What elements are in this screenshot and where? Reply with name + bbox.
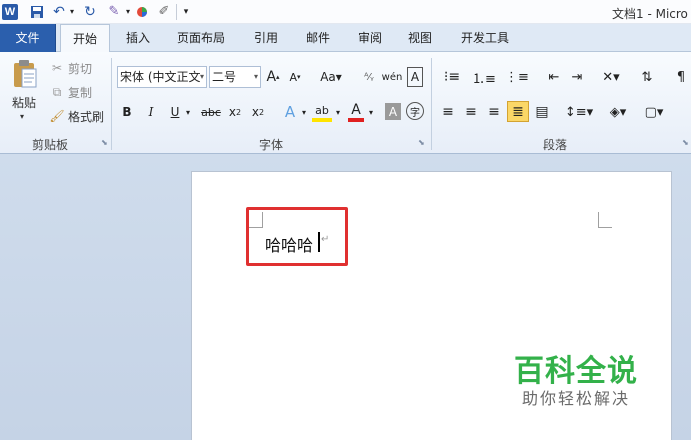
superscript-icon[interactable]: x2 — [249, 102, 267, 122]
font-size-combo[interactable]: 二号 ▾ — [209, 66, 261, 88]
text-effects-icon[interactable]: A — [281, 102, 299, 122]
change-case-icon[interactable]: Aa▾ — [318, 67, 344, 87]
decrease-indent-icon[interactable]: ⇤ — [545, 67, 563, 87]
format-dropdown-icon[interactable]: ▾ — [123, 3, 133, 20]
cut-button[interactable]: 剪切 — [68, 60, 92, 77]
character-shading-icon[interactable]: A — [385, 103, 401, 120]
multilevel-list-icon[interactable]: ⋮≡ — [504, 67, 530, 87]
enclose-characters-icon[interactable]: 字 — [406, 102, 424, 120]
subscript-icon[interactable]: x2 — [226, 102, 244, 122]
paragraph-launcher-icon[interactable]: ⬊ — [682, 139, 690, 147]
font-name-value: 宋体 (中文正文 — [120, 70, 201, 84]
tab-insert[interactable]: 插入 — [118, 24, 158, 52]
tab-view[interactable]: 视图 — [400, 24, 440, 52]
tab-mailings[interactable]: 邮件 — [298, 24, 338, 52]
tab-references[interactable]: 引用 — [246, 24, 286, 52]
align-right-icon[interactable]: ≡ — [485, 102, 503, 122]
font-name-combo[interactable]: 宋体 (中文正文 ▾ — [117, 66, 207, 88]
save-icon[interactable] — [28, 3, 46, 20]
highlight-icon[interactable]: ab — [312, 102, 332, 122]
redo-icon[interactable]: ↻ — [81, 3, 99, 20]
highlight-annotation-box — [246, 207, 348, 266]
watermark-title: 百科全说 — [514, 354, 638, 389]
tab-home[interactable]: 开始 — [60, 24, 110, 53]
tab-page-layout[interactable]: 页面布局 — [170, 24, 232, 52]
paste-dropdown-icon[interactable]: ▾ — [20, 112, 24, 121]
font-color-dropdown-icon[interactable]: ▾ — [366, 102, 376, 122]
chinese-layout-icon[interactable]: ✕▾ — [598, 67, 624, 87]
font-name-dropdown-icon[interactable]: ▾ — [200, 67, 204, 87]
word-app-icon[interactable]: W — [2, 4, 18, 20]
clipboard-group-label: 剪贴板 — [31, 138, 68, 152]
underline-icon[interactable]: U — [167, 102, 183, 122]
title-bar: W ↶ ▾ ↻ ✎ ▾ ✐ ▾ 文档1 - Micro — [0, 0, 691, 24]
ribbon-home: 粘贴 ▾ ✂ 剪切 ⧉ 复制 🖌 格式刷 剪贴板 ⬊ 宋体 (中文正文 ▾ 二号… — [0, 52, 691, 154]
window-title: 文档1 - Micro — [612, 7, 688, 21]
clear-formatting-icon[interactable]: ᴬ⁄ᵧ — [360, 67, 378, 87]
strikethrough-icon[interactable]: abc — [200, 102, 222, 122]
pen-icon[interactable]: ✐ — [156, 3, 172, 20]
align-left-icon[interactable]: ≡ — [439, 102, 457, 122]
character-border-icon[interactable]: A — [407, 67, 423, 87]
cut-icon[interactable]: ✂ — [50, 61, 64, 75]
italic-icon[interactable]: I — [143, 102, 159, 122]
bold-icon[interactable]: B — [119, 102, 135, 122]
tab-developer[interactable]: 开发工具 — [452, 24, 518, 52]
grow-font-icon[interactable]: A ▴ — [265, 67, 281, 87]
justify-icon[interactable]: ≣ — [507, 101, 529, 122]
copy-button[interactable]: 复制 — [68, 84, 92, 101]
paste-icon[interactable] — [10, 58, 40, 90]
sort-icon[interactable]: ⇅ — [638, 67, 656, 87]
font-size-value: 二号 — [212, 70, 237, 84]
paste-button-label[interactable]: 粘贴 — [12, 94, 36, 111]
font-color-icon[interactable]: A — [348, 102, 364, 122]
font-size-dropdown-icon[interactable]: ▾ — [254, 67, 258, 87]
underline-dropdown-icon[interactable]: ▾ — [183, 102, 193, 122]
shading-icon[interactable]: ◈▾ — [605, 102, 631, 122]
phonetic-guide-icon[interactable]: wén — [382, 67, 403, 87]
undo-icon[interactable]: ↶ — [50, 3, 68, 20]
numbering-icon[interactable]: ⒈≡ — [471, 67, 497, 87]
toolbar-separator — [176, 4, 177, 20]
font-launcher-icon[interactable]: ⬊ — [418, 139, 426, 147]
font-group-label: 字体 — [258, 138, 283, 152]
format-icon[interactable]: ✎ — [103, 3, 125, 20]
clipboard-launcher-icon[interactable]: ⬊ — [101, 139, 109, 147]
ribbon-tabs: 文件 开始 插入 页面布局 引用 邮件 审阅 视图 开发工具 — [0, 24, 691, 53]
highlight-dropdown-icon[interactable]: ▾ — [333, 102, 343, 122]
line-spacing-icon[interactable]: ↕≡▾ — [565, 102, 593, 122]
copy-icon[interactable]: ⧉ — [50, 85, 64, 99]
text-effects-dropdown-icon[interactable]: ▾ — [299, 102, 309, 122]
undo-dropdown-icon[interactable]: ▾ — [67, 3, 77, 20]
show-marks-icon[interactable]: ¶ — [672, 67, 690, 87]
borders-icon[interactable]: ▢▾ — [641, 102, 667, 122]
customize-toolbar-icon[interactable]: ▾ — [180, 3, 192, 20]
margin-marker-top-right — [598, 212, 612, 228]
watermark-subtitle: 助你轻松解决 — [522, 389, 631, 408]
shrink-font-icon[interactable]: A ▾ — [287, 67, 303, 87]
align-center-icon[interactable]: ≡ — [462, 102, 480, 122]
distributed-icon[interactable]: ▤ — [533, 102, 551, 122]
bullets-icon[interactable]: ⁝≡ — [439, 67, 465, 87]
increase-indent-icon[interactable]: ⇥ — [568, 67, 586, 87]
tab-file[interactable]: 文件 — [0, 24, 56, 52]
color-wheel-icon[interactable] — [134, 3, 150, 20]
format-painter-button[interactable]: 格式刷 — [68, 108, 104, 125]
paragraph-group-label: 段落 — [542, 138, 567, 152]
format-painter-icon[interactable]: 🖌 — [49, 109, 64, 123]
tab-review[interactable]: 审阅 — [350, 24, 390, 52]
